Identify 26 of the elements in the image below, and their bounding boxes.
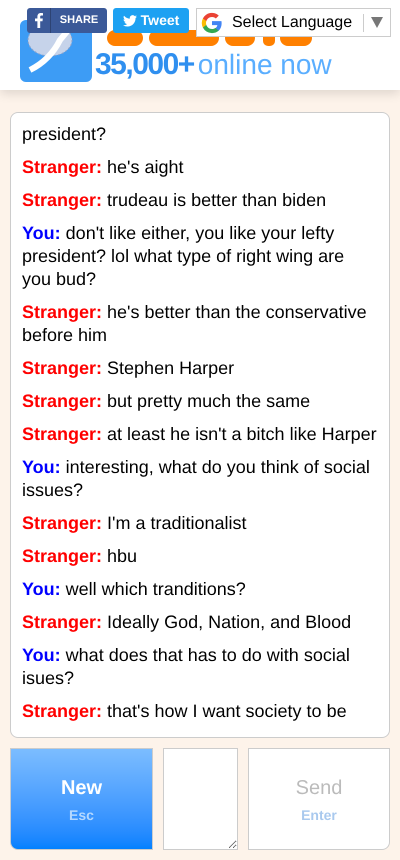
online-label: online now [198, 48, 332, 82]
chat-message: Stranger: at least he isn't a bitch like Harper [22, 423, 378, 446]
chat-message: You: what does that has to do with social isues? [22, 644, 351, 690]
share-button[interactable]: SHARE [27, 8, 107, 33]
chat-message: Stranger: I'm a traditionalist [22, 512, 248, 535]
online-count: 35,000+ [95, 48, 194, 82]
language-select[interactable]: Select Language [196, 8, 391, 37]
chat-message: Stranger: that's how I want society to be [22, 700, 348, 723]
chat-message: president? [22, 123, 108, 146]
google-icon [201, 12, 223, 34]
chat-message: Stranger: but pretty much the same [22, 390, 312, 413]
caret-icon [371, 17, 383, 28]
chat-message: You: interesting, what do you think of social issues? [22, 456, 371, 502]
chat-message: Stranger: Stephen Harper [22, 357, 236, 380]
chat-message: Stranger: Ideally God, Nation, and Blood [22, 611, 352, 634]
tweet-button[interactable]: Tweet [113, 8, 189, 33]
chat-message: Stranger: he's aight [22, 156, 185, 179]
chat-message: Stranger: trudeau is better than biden [22, 189, 328, 212]
chat-message: Stranger: he's better than the conservative before him [22, 301, 368, 347]
bird-icon [122, 14, 137, 26]
message-input[interactable] [163, 748, 238, 850]
new-button[interactable]: New Esc [10, 748, 153, 850]
facebook-icon [34, 13, 42, 28]
chat-message: You: don't like either, you like your lefty president? lol what type of right wing are you bud? [22, 222, 346, 291]
chat-message: Stranger: hbu [22, 545, 138, 568]
chat-message: You: well which tranditions? [22, 578, 247, 601]
